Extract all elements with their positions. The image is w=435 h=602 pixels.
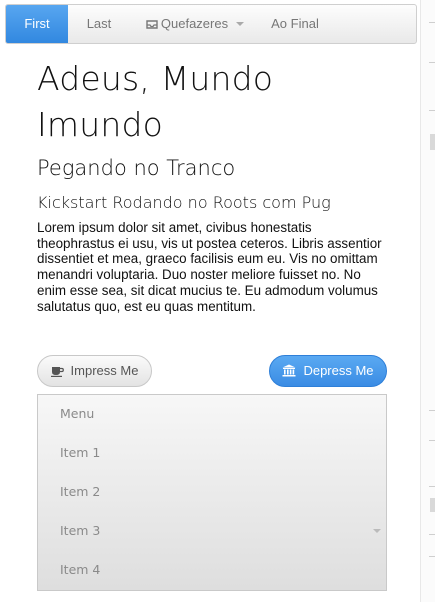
chevron-down-icon (373, 529, 381, 533)
depress-me-label: Depress Me (303, 363, 374, 378)
page-subtitle: Pegando no Tranco (37, 156, 236, 180)
main-content: Adeus, Mundo Imundo Pegando no Tranco Ki… (37, 56, 387, 314)
nav-label: Quefazeres (160, 16, 229, 31)
depress-me-button[interactable]: Depress Me (269, 355, 387, 387)
edge-block (430, 134, 435, 150)
chevron-down-icon (236, 22, 245, 26)
edge-tick (429, 22, 435, 23)
body-text: Lorem ipsum dolor sit amet, civibus hone… (37, 220, 382, 314)
menu-item-2[interactable]: Item 2 (60, 482, 100, 502)
nav-label: Ao Final (271, 16, 319, 31)
menu-list[interactable]: Menu Item 1 Item 2 Item 3 Item 4 (37, 394, 387, 591)
edge-tick (429, 440, 435, 441)
menu-item-4[interactable]: Item 4 (60, 560, 100, 580)
edge-tick (429, 410, 435, 411)
nav-item-ao-final[interactable]: Ao Final (260, 5, 330, 43)
page-title: Adeus, Mundo Imundo (37, 59, 274, 144)
inbox-icon (146, 20, 158, 29)
edge-tick (429, 556, 435, 557)
nav-item-first[interactable]: First (6, 5, 68, 43)
menu-item-1[interactable]: Item 1 (60, 443, 100, 463)
nav-item-last[interactable]: Last (68, 5, 130, 43)
impress-me-label: Impress Me (70, 363, 139, 378)
edge-block (430, 498, 435, 512)
menu-header[interactable]: Menu (60, 404, 94, 424)
impress-me-button[interactable]: Impress Me (37, 355, 152, 387)
edge-tick (429, 62, 435, 63)
edge-tick (429, 110, 435, 111)
page-lead: Kickstart Rodando no Roots com Pug (37, 193, 331, 212)
window-edge (420, 0, 435, 602)
nav-label: First (24, 16, 50, 31)
edge-tick (429, 534, 435, 535)
edge-tick (429, 486, 435, 487)
navbar: First Last Quefazeres Ao Final (5, 4, 417, 44)
nav-item-quefazeres[interactable]: Quefazeres (134, 5, 256, 43)
bank-icon (282, 364, 296, 377)
menu-item-3[interactable]: Item 3 (60, 521, 100, 541)
nav-label: Last (86, 16, 112, 31)
coffee-icon (50, 367, 64, 377)
